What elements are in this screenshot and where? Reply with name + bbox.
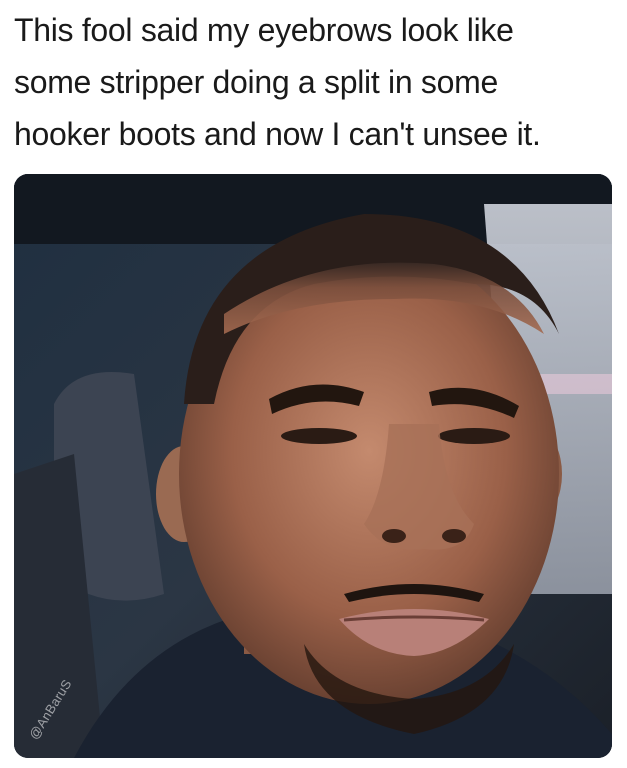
meme-caption: This fool said my eyebrows look like som… [14, 4, 614, 160]
caption-line-1: This fool said my eyebrows look like [14, 12, 514, 48]
meme-photo: @AnBaruS [14, 174, 612, 758]
caption-line-3: hooker boots and now I can't unsee it. [14, 116, 541, 152]
photo-illustration [14, 174, 612, 758]
caption-line-2: some stripper doing a split in some [14, 64, 498, 100]
